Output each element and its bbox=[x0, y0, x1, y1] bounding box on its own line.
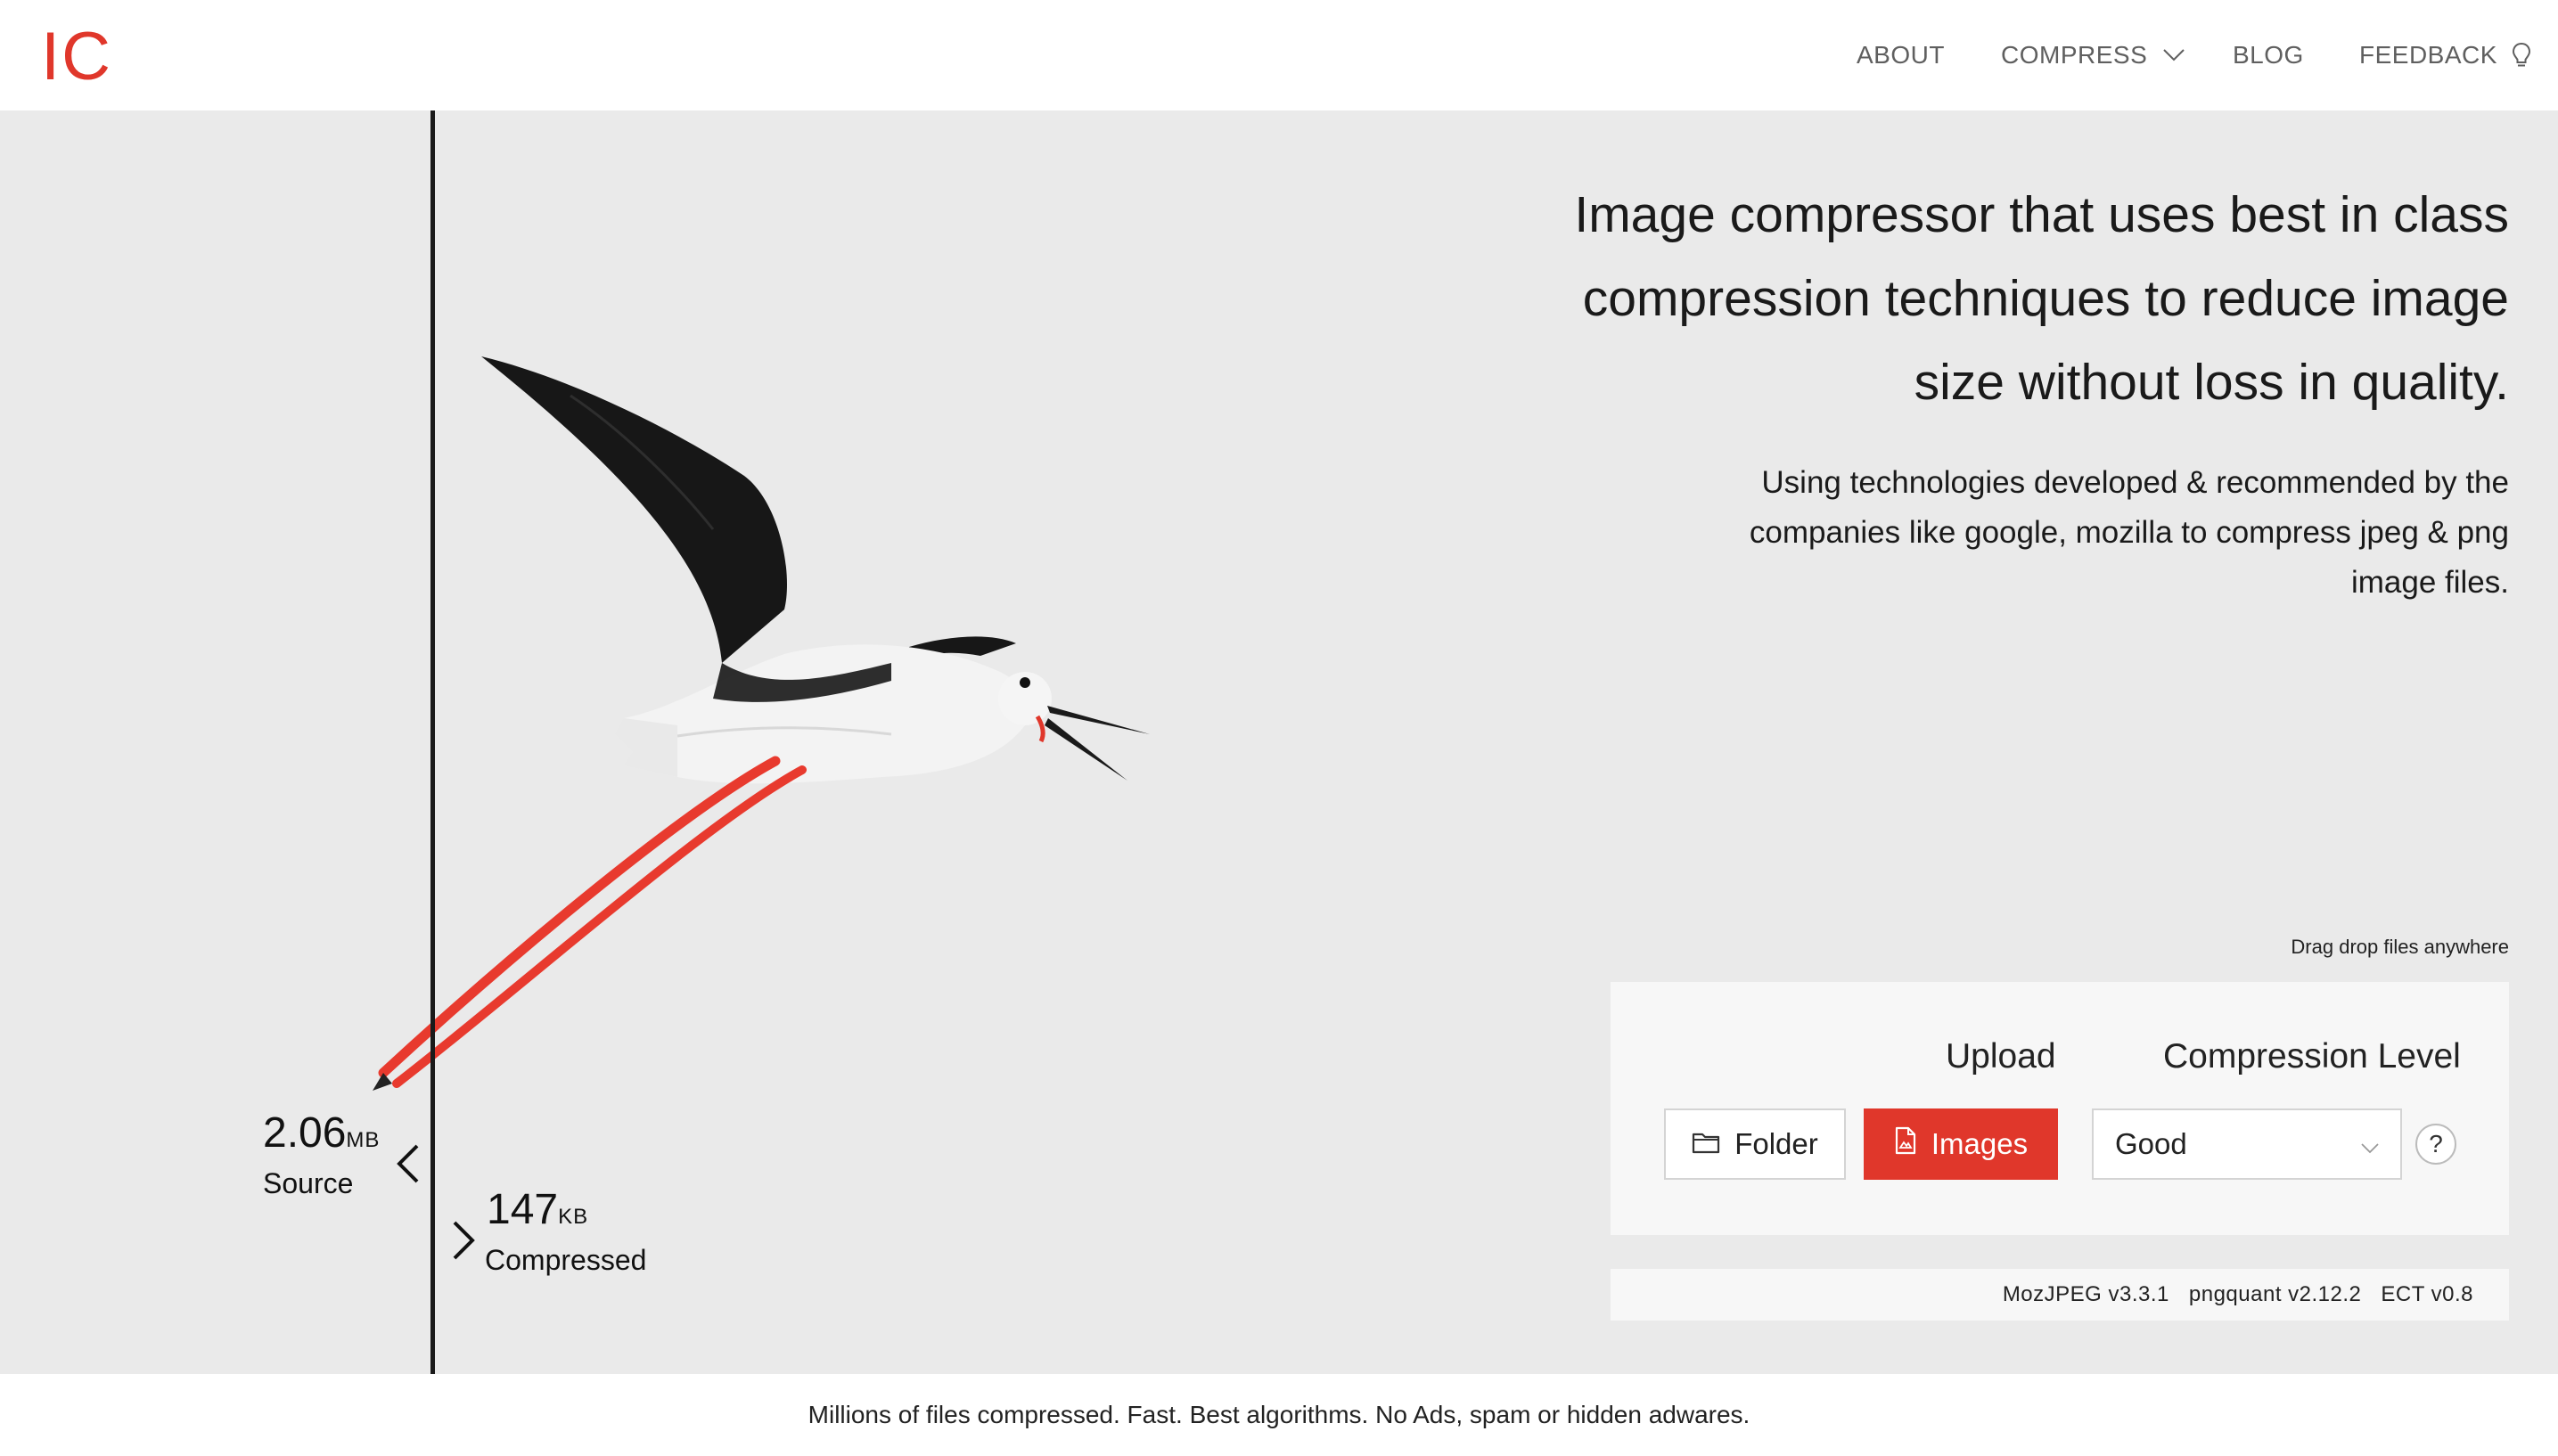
chevron-right-icon bbox=[451, 1221, 476, 1264]
nav-compress-label: COMPRESS bbox=[2001, 41, 2148, 69]
compression-level-title: Compression Level bbox=[2163, 1037, 2461, 1076]
compression-level-select[interactable]: Good bbox=[2092, 1108, 2402, 1180]
upload-images-label: Images bbox=[1931, 1127, 2029, 1160]
compressed-label: Compressed bbox=[485, 1244, 647, 1276]
comparison-slider-handle[interactable] bbox=[430, 110, 435, 1374]
help-button[interactable]: ? bbox=[2415, 1124, 2456, 1165]
logo[interactable]: IC bbox=[41, 23, 112, 91]
upload-folder-button[interactable]: Folder bbox=[1664, 1108, 1846, 1180]
headline-line: compression techniques to reduce image bbox=[1582, 270, 2509, 327]
hero-subline: Using technologies developed & recommend… bbox=[1707, 458, 2509, 608]
source-size: 2.06MB Source bbox=[263, 1109, 381, 1200]
chevron-down-icon bbox=[2361, 1127, 2379, 1161]
compressed-size: 147KB Compressed bbox=[485, 1186, 646, 1277]
nav-feedback-link[interactable]: FEEDBACK bbox=[2359, 37, 2531, 73]
algorithm-versions-bar: MozJPEG v3.3.1 pngquant v2.12.2 ECT v0.8 bbox=[1611, 1269, 2509, 1321]
drag-drop-hint: Drag drop files anywhere bbox=[2291, 936, 2509, 958]
upload-title: Upload bbox=[1946, 1037, 2056, 1076]
top-header: IC ABOUT COMPRESS BLOG FEEDBACK bbox=[0, 0, 2558, 110]
nav-compress-menu[interactable]: COMPRESS bbox=[2001, 37, 2185, 73]
upload-folder-label: Folder bbox=[1734, 1127, 1818, 1160]
upload-panel: Upload Compression Level Folder Images G… bbox=[1611, 982, 2509, 1235]
version-mozjpeg: MozJPEG v3.3.1 bbox=[2002, 1282, 2169, 1306]
compression-level-value: Good bbox=[2115, 1127, 2187, 1160]
hero-headline: Image compressor that uses best in class… bbox=[1529, 173, 2509, 424]
folder-icon bbox=[1692, 1127, 1720, 1161]
subline-line: image files. bbox=[2350, 565, 2509, 600]
headline-line: Image compressor that uses best in class bbox=[1574, 186, 2509, 243]
source-size-unit: MB bbox=[346, 1128, 381, 1152]
source-label: Source bbox=[263, 1167, 354, 1199]
file-image-icon bbox=[1894, 1126, 1917, 1162]
chevron-left-icon bbox=[396, 1144, 421, 1188]
version-pngquant: pngquant v2.12.2 bbox=[2188, 1282, 2362, 1306]
upload-images-button[interactable]: Images bbox=[1864, 1108, 2058, 1180]
nav-blog-link[interactable]: BLOG bbox=[2233, 37, 2304, 73]
compressed-size-value: 147 bbox=[487, 1186, 559, 1233]
bird-image bbox=[373, 356, 1150, 1091]
nav-about-link[interactable]: ABOUT bbox=[1857, 37, 1945, 73]
hero-comparison-area: 2.06MB Source 147KB Compressed Image com… bbox=[0, 110, 2558, 1374]
subline-line: Using technologies developed & recommend… bbox=[1761, 465, 2509, 500]
source-size-value: 2.06 bbox=[263, 1109, 347, 1157]
chevron-down-icon bbox=[2163, 49, 2185, 61]
footer-tagline: Millions of files compressed. Fast. Best… bbox=[808, 1401, 1750, 1428]
footer: Millions of files compressed. Fast. Best… bbox=[0, 1374, 2558, 1456]
lightbulb-icon bbox=[2512, 42, 2531, 69]
version-ect: ECT v0.8 bbox=[2381, 1282, 2473, 1306]
headline-line: size without loss in quality. bbox=[1914, 354, 2509, 411]
subline-line: companies like google, mozilla to compre… bbox=[1749, 515, 2509, 550]
nav-feedback-label: FEEDBACK bbox=[2359, 41, 2497, 69]
compressed-size-unit: KB bbox=[558, 1205, 589, 1229]
